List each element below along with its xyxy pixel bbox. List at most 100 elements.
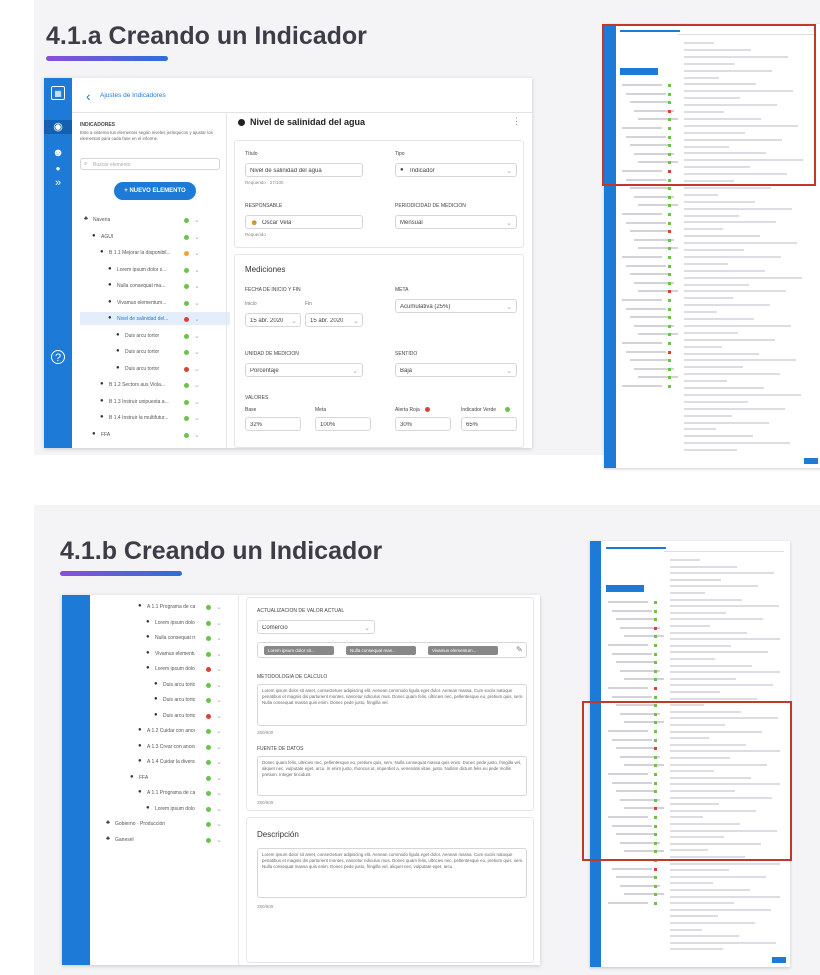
search-icon: ⌕ <box>84 161 88 167</box>
chevron-down-icon[interactable]: ⌄ <box>194 332 200 340</box>
methodology-textarea[interactable]: Lorem ipsum dolor sit amet, consectetuer… <box>257 684 527 726</box>
chevron-down-icon[interactable]: ⌄ <box>194 315 200 323</box>
chip[interactable]: Vivamus elementum... <box>428 646 498 655</box>
unit-select[interactable]: Porcentaje ⌄ <box>245 363 363 377</box>
chevron-down-icon[interactable]: ⌄ <box>194 266 200 274</box>
chevron-down-icon[interactable]: ⌄ <box>216 681 222 689</box>
chevron-down-icon[interactable]: ⌄ <box>216 758 222 766</box>
related-chips-field[interactable]: Lorem ipsum dolor sit... Nulla consequat… <box>257 642 527 658</box>
status-dot-icon <box>206 806 211 812</box>
thumb-tree-line <box>638 247 678 250</box>
tree-item[interactable]: ● Lorem ipsum dolor s... <box>146 619 236 629</box>
thumb-tree-line <box>616 661 656 664</box>
tree-item-label: Lorem ipsum dolor s... <box>155 619 195 626</box>
goal-select[interactable]: Acumulativa (25%) ⌄ <box>395 299 517 313</box>
chevron-down-icon[interactable]: ⌄ <box>216 712 222 720</box>
tree-item[interactable]: ● Duis arcu tortor <box>154 712 236 722</box>
new-element-button[interactable]: + NUEVO ELEMENTO <box>114 182 196 200</box>
expand-icon[interactable]: » <box>51 176 65 190</box>
title-underline <box>60 571 182 576</box>
chevron-down-icon[interactable]: ⌄ <box>216 665 222 673</box>
chevron-down-icon[interactable]: ⌄ <box>194 216 200 224</box>
chip[interactable]: Lorem ipsum dolor sit... <box>264 646 334 655</box>
chevron-down-icon[interactable]: ⌄ <box>216 789 222 797</box>
back-title[interactable]: Ajustes de Indicadores <box>100 92 166 99</box>
chevron-down-icon[interactable]: ⌄ <box>194 282 200 290</box>
base-input[interactable]: 32% <box>245 417 301 431</box>
source-textarea[interactable]: Donec quam felis, ultricies nec, pellent… <box>257 756 527 796</box>
update-field-label: ACTUALIZACIÓN DE VALOR ACTUAL <box>257 608 345 614</box>
chevron-down-icon[interactable]: ⌄ <box>194 431 200 439</box>
app-logo-icon[interactable]: ▦ <box>51 86 65 100</box>
chevron-down-icon[interactable]: ⌄ <box>216 650 222 658</box>
tree-item[interactable]: ● Nulla consequat ma... <box>146 634 236 644</box>
thumb-content-line <box>684 228 723 231</box>
chevron-down-icon[interactable]: ⌄ <box>216 805 222 813</box>
tree-item[interactable]: ● Lorem ipsum dolor s... <box>146 805 236 815</box>
responsible-field-label: RESPONSABLE <box>245 203 283 209</box>
tree-item-label: Duis arcu tortor <box>125 332 160 339</box>
avatar-icon[interactable]: ☻ <box>51 146 65 160</box>
back-arrow-icon[interactable]: ‹ <box>86 88 91 104</box>
update-select[interactable]: Comercio ⌄ <box>257 620 375 634</box>
thumb-header-line <box>606 547 666 549</box>
frequency-select[interactable]: Mensual ⌄ <box>395 215 517 229</box>
title-input[interactable]: Nivel de salinidad del agua <box>245 163 363 177</box>
end-date-input[interactable]: 15 abr. 2020 ⌄ <box>305 313 363 327</box>
chevron-down-icon[interactable]: ⌄ <box>216 743 222 751</box>
chevron-down-icon[interactable]: ⌄ <box>194 348 200 356</box>
responsible-input[interactable]: ☻ Oscar Vela <box>245 215 363 229</box>
description-textarea[interactable]: Lorem ipsum dolor sit amet, consectetuer… <box>257 848 527 898</box>
tree-item-label: Gobierno · Producción <box>115 821 166 827</box>
chevron-down-icon[interactable]: ⌄ <box>216 696 222 704</box>
status-dot-icon <box>206 822 211 827</box>
end-sublabel: Fin <box>305 301 312 307</box>
chevron-down-icon[interactable]: ⌄ <box>194 398 200 406</box>
indicators-nav-icon[interactable]: ◉ <box>44 120 72 134</box>
tree-bullet-icon: ● <box>138 789 142 795</box>
meta-input[interactable]: 100% <box>315 417 371 431</box>
chevron-down-icon[interactable]: ⌄ <box>194 381 200 389</box>
dot-icon[interactable]: ● <box>51 162 65 176</box>
chevron-down-icon: ⌄ <box>364 625 370 632</box>
chevron-down-icon[interactable]: ⌄ <box>216 727 222 735</box>
red-alert-input[interactable]: 30% <box>395 417 451 431</box>
thumb-status-dot <box>654 678 657 682</box>
chevron-down-icon[interactable]: ⌄ <box>216 603 222 611</box>
chip-label: Nulla consequat mas... <box>350 648 396 653</box>
thumb-content-line <box>684 393 801 396</box>
thumb-content-line <box>684 255 781 258</box>
direction-select[interactable]: Baja ⌄ <box>395 363 517 377</box>
thumb-status-dot <box>668 324 671 328</box>
search-input[interactable]: ⌕ Buscar elemento <box>80 158 220 170</box>
start-date-input[interactable]: 15 abr. 2020 ⌄ <box>245 313 301 327</box>
general-card: Título Nivel de salinidad del agua Reque… <box>234 140 524 248</box>
chevron-down-icon[interactable]: ⌄ <box>194 299 200 307</box>
description-title: Descripción <box>257 830 299 839</box>
chevron-down-icon[interactable]: ⌄ <box>194 414 200 422</box>
responsible-help: Requerido <box>245 232 266 237</box>
green-indicator-input[interactable]: 65% <box>461 417 517 431</box>
chevron-down-icon[interactable]: ⌄ <box>194 365 200 373</box>
thumb-content-line <box>670 664 752 667</box>
help-icon[interactable]: ? <box>51 350 65 364</box>
tree-item[interactable]: ● Vivamus elementum... <box>146 650 236 660</box>
chip[interactable]: Nulla consequat mas... <box>346 646 416 655</box>
chevron-down-icon[interactable]: ⌄ <box>216 634 222 642</box>
chevron-down-icon[interactable]: ⌄ <box>216 820 222 828</box>
tree-item[interactable]: ● Duis arcu tortor <box>154 681 236 691</box>
edit-icon[interactable]: ✎ <box>516 645 523 654</box>
chevron-down-icon[interactable]: ⌄ <box>194 233 200 241</box>
thumb-status-dot <box>668 367 671 371</box>
thumb-content-line <box>684 235 760 238</box>
thumb-content-line <box>684 352 759 355</box>
more-options-icon[interactable]: ⋮ <box>512 116 521 127</box>
chevron-down-icon[interactable]: ⌄ <box>216 774 222 782</box>
type-select[interactable]: ● Indicador ⌄ <box>395 163 517 177</box>
chevron-down-icon[interactable]: ⌄ <box>194 249 200 257</box>
thumb-status-dot <box>654 626 657 630</box>
tree-item[interactable]: ● Lorem ipsum dolor s... <box>146 665 236 675</box>
chevron-down-icon[interactable]: ⌄ <box>216 836 222 844</box>
chevron-down-icon[interactable]: ⌄ <box>216 619 222 627</box>
tree-item[interactable]: ● Duis arcu tortor <box>154 696 236 706</box>
